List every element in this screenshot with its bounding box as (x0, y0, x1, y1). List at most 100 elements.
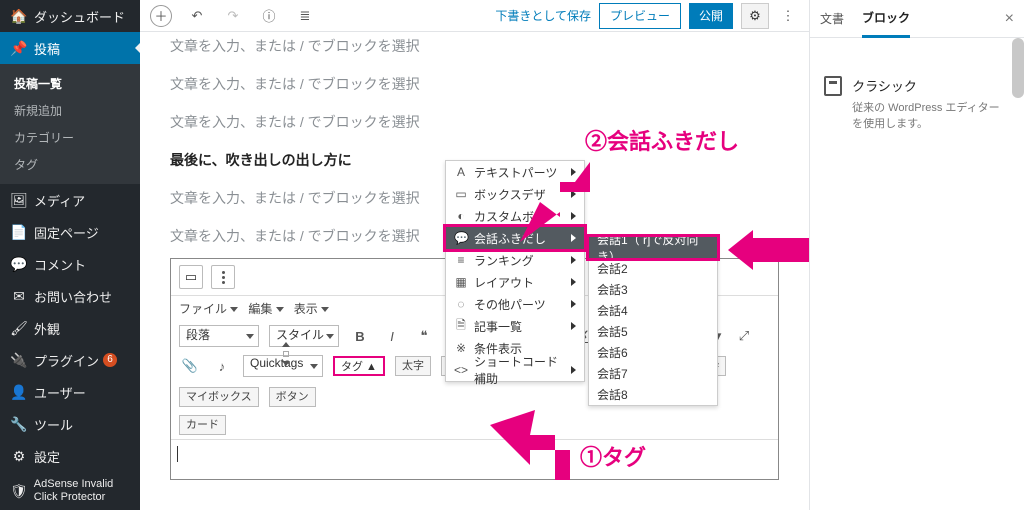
classic-menu-file[interactable]: ファイル (179, 300, 238, 317)
annotation-arrow-2 (520, 162, 600, 242)
block-mover[interactable] (278, 342, 294, 366)
drag-handle-icon[interactable] (283, 351, 289, 357)
sidebar-item-appearance[interactable]: 🖌 外観 (0, 312, 140, 344)
editor-topbar: ＋ ↶ ↷ ⓘ ≣ 下書きとして保存 プレビュー 公開 ⚙ ⋮ (140, 0, 809, 32)
kaiwa-option-6[interactable]: 会話6 (589, 342, 717, 363)
dottedcircle-icon: ◌ (454, 297, 468, 311)
classic-content-area[interactable] (171, 439, 778, 479)
kaiwa-option-3[interactable]: 会話3 (589, 279, 717, 300)
kaiwa-option-8[interactable]: 会話8 (589, 384, 717, 405)
chevron-right-icon (571, 278, 576, 286)
speech-icon: 💬 (454, 231, 468, 245)
block-inspector: 文書 ブロック × クラシック 従来の WordPress エディターを使用しま… (809, 0, 1024, 510)
inspector-close-button[interactable]: × (1005, 10, 1014, 28)
move-up-icon[interactable] (282, 342, 290, 347)
sidebar-item-label: 外観 (34, 319, 60, 338)
preview-button[interactable]: プレビュー (599, 3, 681, 29)
sidebar-item-label: ツール (34, 415, 73, 434)
tag-menu-item-shortcode[interactable]: <>ショートコード補助 (446, 359, 584, 381)
qt-button-button[interactable]: ボタン (269, 387, 316, 407)
sidebar-item-pages[interactable]: 📄 固定ページ (0, 216, 140, 248)
page-icon: 📄 (10, 224, 28, 241)
chevron-right-icon (571, 256, 576, 264)
classic-format-select[interactable]: 段落 (179, 325, 259, 347)
halfcircle-icon: ◐ (454, 209, 468, 223)
publish-button[interactable]: 公開 (689, 3, 733, 29)
mail-icon: ✉ (10, 288, 28, 305)
save-draft-link[interactable]: 下書きとして保存 (495, 7, 591, 24)
sidebar-sub-categories[interactable]: カテゴリー (0, 124, 140, 151)
sidebar-item-posts[interactable]: 📌 投稿 (0, 32, 140, 64)
classic-menu-view[interactable]: 表示 (294, 300, 329, 317)
quote-icon[interactable]: ❝ (413, 325, 435, 347)
sidebar-item-label: 投稿 (34, 39, 60, 58)
inspector-block-desc: 従来の WordPress エディターを使用します。 (852, 99, 1010, 131)
comment-icon: 💬 (10, 256, 28, 273)
classic-menu-edit[interactable]: 編集 (248, 300, 283, 317)
sidebar-item-adsense[interactable]: 🛡 AdSense Invalid Click Protector (0, 472, 140, 510)
chevron-right-icon (571, 322, 576, 330)
plug-icon: 🔌 (10, 352, 28, 369)
tag-menu-item-postlist[interactable]: 🗎記事一覧 (446, 315, 584, 337)
text-caret (177, 446, 178, 462)
clip-icon[interactable]: 📎 (179, 355, 201, 377)
redo-button[interactable]: ↷ (222, 5, 244, 27)
kaiwa-option-5[interactable]: 会話5 (589, 321, 717, 342)
inspector-tab-document[interactable]: 文書 (820, 0, 844, 38)
block-placeholder[interactable]: 文章を入力、または / でブロックを選択 (170, 56, 809, 94)
move-down-icon[interactable] (282, 361, 290, 366)
media-icon: 🖼 (10, 192, 28, 209)
outline-button[interactable]: ≣ (294, 5, 316, 27)
box-icon: ▭ (454, 187, 468, 201)
tag-dropdown-button[interactable]: タグ ▲ (333, 356, 385, 376)
sidebar-sub-tags[interactable]: タグ (0, 151, 140, 178)
classic-block-icon (824, 76, 842, 96)
annotation-arrow-3 (728, 230, 809, 270)
block-placeholder[interactable]: 文章を入力、または / でブロックを選択 (170, 480, 809, 510)
kaiwa-option-4[interactable]: 会話4 (589, 300, 717, 321)
tag-menu-item-layout[interactable]: ▦レイアウト (446, 271, 584, 293)
sidebar-item-comments[interactable]: 💬 コメント (0, 248, 140, 280)
qt-mybox-button[interactable]: マイボックス (179, 387, 259, 407)
block-placeholder[interactable]: 文章を入力、または / でブロックを選択 (170, 32, 809, 56)
sidebar-item-media[interactable]: 🖼 メディア (0, 184, 140, 216)
kaiwa-option-7[interactable]: 会話7 (589, 363, 717, 384)
block-placeholder[interactable]: 文章を入力、または / でブロックを選択 (170, 94, 809, 132)
sidebar-item-contact[interactable]: ✉ お問い合わせ (0, 280, 140, 312)
expand-icon[interactable]: ⤢ (733, 325, 755, 347)
chevron-right-icon (571, 366, 576, 374)
bold-icon[interactable]: B (349, 325, 371, 347)
classic-block-icon-button[interactable]: ▭ (179, 265, 203, 289)
sidebar-item-plugins[interactable]: 🔌 プラグイン 6 (0, 344, 140, 376)
sidebar-sub-posts-new[interactable]: 新規追加 (0, 97, 140, 124)
sidebar-sub-posts-all[interactable]: 投稿一覧 (0, 70, 140, 97)
italic-icon[interactable]: I (381, 325, 403, 347)
list-icon: ≡ (454, 253, 468, 267)
sidebar-item-settings[interactable]: ⚙ 設定 (0, 440, 140, 472)
add-block-button[interactable]: ＋ (150, 5, 172, 27)
undo-button[interactable]: ↶ (186, 5, 208, 27)
sidebar-item-label: ユーザー (34, 383, 86, 402)
annotation-arrow-1 (490, 410, 580, 480)
kebab-menu-button[interactable]: ⋮ (777, 5, 799, 27)
tag-menu-item-others[interactable]: ◌その他パーツ (446, 293, 584, 315)
sidebar-item-dashboard[interactable]: 🏠 ダッシュボード (0, 0, 140, 32)
qt-card-button[interactable]: カード (179, 415, 226, 435)
editor-canvas: 文章を入力、または / でブロックを選択 文章を入力、または / でブロックを選… (140, 32, 809, 510)
code-icon: <> (454, 363, 468, 377)
inspector-scrollbar[interactable] (1012, 38, 1024, 98)
sidebar-item-label: メディア (34, 191, 85, 210)
sidebar-item-users[interactable]: 👤 ユーザー (0, 376, 140, 408)
tag-menu-item-ranking[interactable]: ≡ランキング (446, 249, 584, 271)
qt-bold-button[interactable]: 太字 (395, 356, 431, 376)
sidebar-item-label: 固定ページ (34, 223, 99, 242)
info-button[interactable]: ⓘ (258, 5, 280, 27)
inspector-tab-block[interactable]: ブロック (862, 0, 910, 38)
sidebar-item-label: お問い合わせ (34, 287, 112, 306)
classic-block-more-button[interactable] (211, 265, 235, 289)
gauge-icon: 🏠 (10, 8, 28, 25)
settings-gear-button[interactable]: ⚙ (741, 3, 769, 29)
kaiwa-option-1[interactable]: 会話1（ r]で反対向き） (589, 237, 717, 258)
music-icon[interactable]: ♪ (211, 355, 233, 377)
sidebar-item-tools[interactable]: 🔧 ツール (0, 408, 140, 440)
